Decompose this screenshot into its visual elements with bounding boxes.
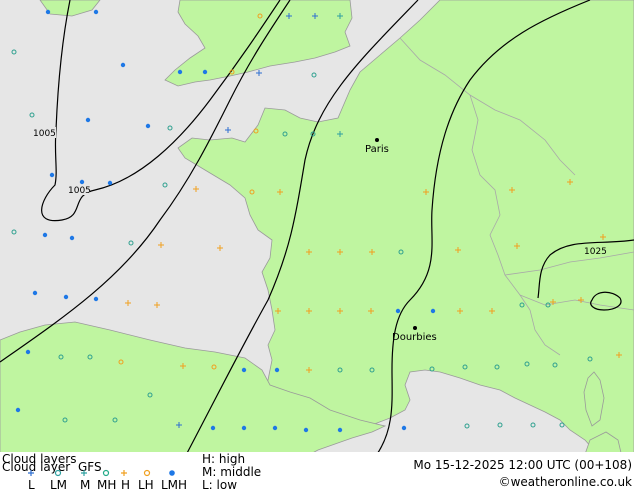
isobar-label: 1005 bbox=[68, 186, 91, 196]
city-label-dourbies: Dourbies bbox=[392, 332, 437, 343]
isobar-label: 1005 bbox=[33, 129, 56, 139]
level-low: L: low bbox=[202, 478, 237, 490]
legend-key-MH: MH bbox=[97, 478, 116, 490]
legend-key-M: M bbox=[80, 478, 90, 490]
legend-key-H: H bbox=[121, 478, 130, 490]
legend-footer: Cloud layers Cloud layer GFS L LM M MH H… bbox=[0, 452, 634, 490]
level-middle: M: middle bbox=[202, 465, 261, 479]
legend-key-LH: LH bbox=[138, 478, 154, 490]
city-marker bbox=[375, 138, 379, 142]
legend-key-LMH: LMH bbox=[161, 478, 187, 490]
level-high: H: high bbox=[202, 452, 245, 466]
city-marker bbox=[413, 326, 417, 330]
isobar-label: 1025 bbox=[584, 247, 607, 257]
valid-time: Mo 15-12-2025 12:00 UTC (00+108) bbox=[413, 458, 632, 472]
weather-map: 1005 1005 1025 Paris Dourbies bbox=[0, 0, 634, 457]
credit: ©weatheronline.co.uk bbox=[499, 475, 632, 489]
legend-key-L: L bbox=[28, 478, 35, 490]
model-name: GFS bbox=[78, 460, 102, 474]
legend-symbol-LMH bbox=[169, 470, 175, 476]
legend-key-LM: LM bbox=[50, 478, 67, 490]
city-label-paris: Paris bbox=[365, 144, 389, 155]
